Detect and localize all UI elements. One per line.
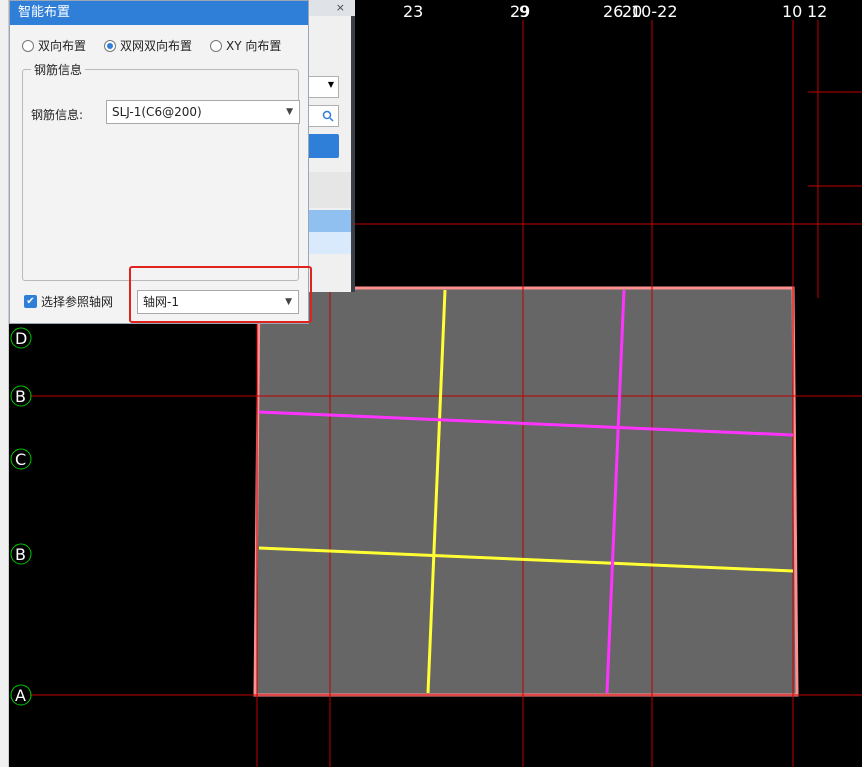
rebar-info-value: SLJ-1(C6@200) bbox=[112, 105, 202, 119]
radio-bidirectional[interactable]: 双向布置 bbox=[22, 37, 86, 54]
dialog-title: 智能布置 bbox=[10, 1, 308, 25]
radio-label: XY 向布置 bbox=[226, 39, 282, 53]
axis-label: 10 bbox=[782, 2, 802, 21]
axis-bubble: D bbox=[10, 327, 32, 349]
rebar-info-group: 钢筋信息 钢筋信息: SLJ-1(C6@200) ▼ bbox=[22, 61, 300, 281]
panel-row-selected[interactable] bbox=[305, 210, 351, 232]
axis-label: 9 bbox=[519, 2, 529, 21]
slab-region[interactable] bbox=[253, 286, 799, 697]
rebar-info-select[interactable]: SLJ-1(C6@200) ▼ bbox=[106, 100, 300, 124]
panel-action-button[interactable] bbox=[305, 134, 339, 158]
axis-label: C bbox=[15, 450, 26, 469]
layout-mode-options: 双向布置 双网双向布置 XY 向布置 bbox=[22, 37, 281, 54]
axis-label: 10-22 bbox=[631, 2, 678, 21]
axis-label: A bbox=[15, 686, 26, 705]
panel-titlebar bbox=[305, 0, 355, 16]
radio-label: 双向布置 bbox=[38, 39, 87, 53]
highlight-box bbox=[129, 266, 312, 323]
radio-selected-icon[interactable] bbox=[104, 39, 117, 52]
axis-bubble: B bbox=[10, 385, 32, 407]
axis-label: B bbox=[15, 545, 26, 564]
chevron-down-icon: ▼ bbox=[327, 80, 334, 89]
axis-bubble: A bbox=[10, 684, 32, 706]
axis-bubble: C bbox=[10, 448, 32, 470]
axis-label: B bbox=[15, 387, 26, 406]
axis-label: 26 bbox=[603, 2, 623, 21]
axis-label: D bbox=[15, 329, 27, 348]
radio-double-net-bidirectional[interactable]: 双网双向布置 bbox=[104, 37, 192, 54]
axis-label: 23 bbox=[403, 2, 423, 21]
rebar-info-label: 钢筋信息: bbox=[31, 108, 84, 122]
panel-header-strip bbox=[305, 172, 351, 208]
search-icon[interactable] bbox=[322, 110, 334, 122]
checkbox-checked-icon[interactable]: ✔ bbox=[24, 295, 37, 308]
radio-icon[interactable] bbox=[22, 39, 34, 52]
close-icon[interactable]: × bbox=[336, 1, 345, 14]
radio-xy-direction[interactable]: XY 向布置 bbox=[210, 37, 281, 54]
group-title: 钢筋信息 bbox=[31, 61, 86, 78]
panel-row[interactable] bbox=[305, 232, 351, 254]
use-axis-checkbox-row[interactable]: ✔ 选择参照轴网 bbox=[24, 293, 113, 310]
property-panel: × ▼ bbox=[305, 0, 355, 292]
axis-label: 12 bbox=[807, 2, 827, 21]
left-axis-labels: D B C B A bbox=[10, 327, 32, 706]
panel-search[interactable] bbox=[305, 105, 339, 127]
axis-bubble: B bbox=[10, 543, 32, 565]
checkbox-label: 选择参照轴网 bbox=[41, 295, 114, 309]
chevron-down-icon[interactable]: ▼ bbox=[286, 101, 293, 123]
radio-icon[interactable] bbox=[210, 39, 223, 52]
radio-label: 双网双向布置 bbox=[120, 39, 193, 53]
top-axis-labels: 23 29 9 26 20 10-22 10 12 bbox=[403, 2, 827, 21]
panel-dropdown[interactable]: ▼ bbox=[305, 76, 339, 98]
